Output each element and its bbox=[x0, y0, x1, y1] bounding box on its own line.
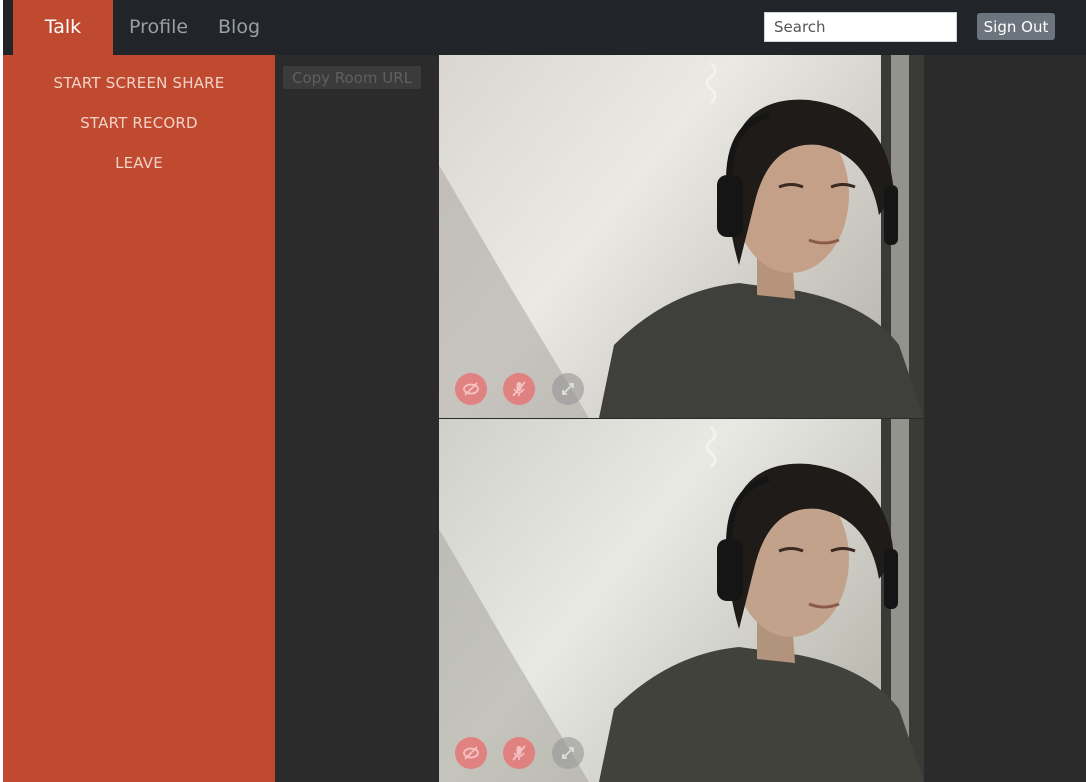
leave-button[interactable]: LEAVE bbox=[3, 154, 275, 172]
mic-off-icon[interactable] bbox=[503, 373, 535, 405]
camera-off-icon[interactable] bbox=[455, 373, 487, 405]
mic-off-icon[interactable] bbox=[503, 737, 535, 769]
sign-out-button[interactable]: Sign Out bbox=[977, 13, 1055, 40]
search-input[interactable] bbox=[764, 12, 957, 42]
camera-off-icon[interactable] bbox=[455, 737, 487, 769]
nav-tab-blog[interactable]: Blog bbox=[218, 0, 260, 55]
video-feed bbox=[439, 55, 924, 418]
sidebar: START SCREEN SHARE START RECORD LEAVE bbox=[3, 55, 275, 782]
nav-tab-profile[interactable]: Profile bbox=[129, 0, 188, 55]
fullscreen-icon[interactable] bbox=[552, 373, 584, 405]
start-screen-share-button[interactable]: START SCREEN SHARE bbox=[3, 74, 275, 92]
nav-tab-talk[interactable]: Talk bbox=[13, 0, 113, 55]
top-navbar: Talk Profile Blog Sign Out bbox=[3, 0, 1086, 55]
video-feed bbox=[439, 419, 924, 782]
webcam-image bbox=[439, 419, 924, 782]
start-record-button[interactable]: START RECORD bbox=[3, 114, 275, 132]
copy-room-url-button[interactable]: Copy Room URL bbox=[283, 66, 421, 89]
fullscreen-icon[interactable] bbox=[552, 737, 584, 769]
webcam-image bbox=[439, 55, 924, 418]
